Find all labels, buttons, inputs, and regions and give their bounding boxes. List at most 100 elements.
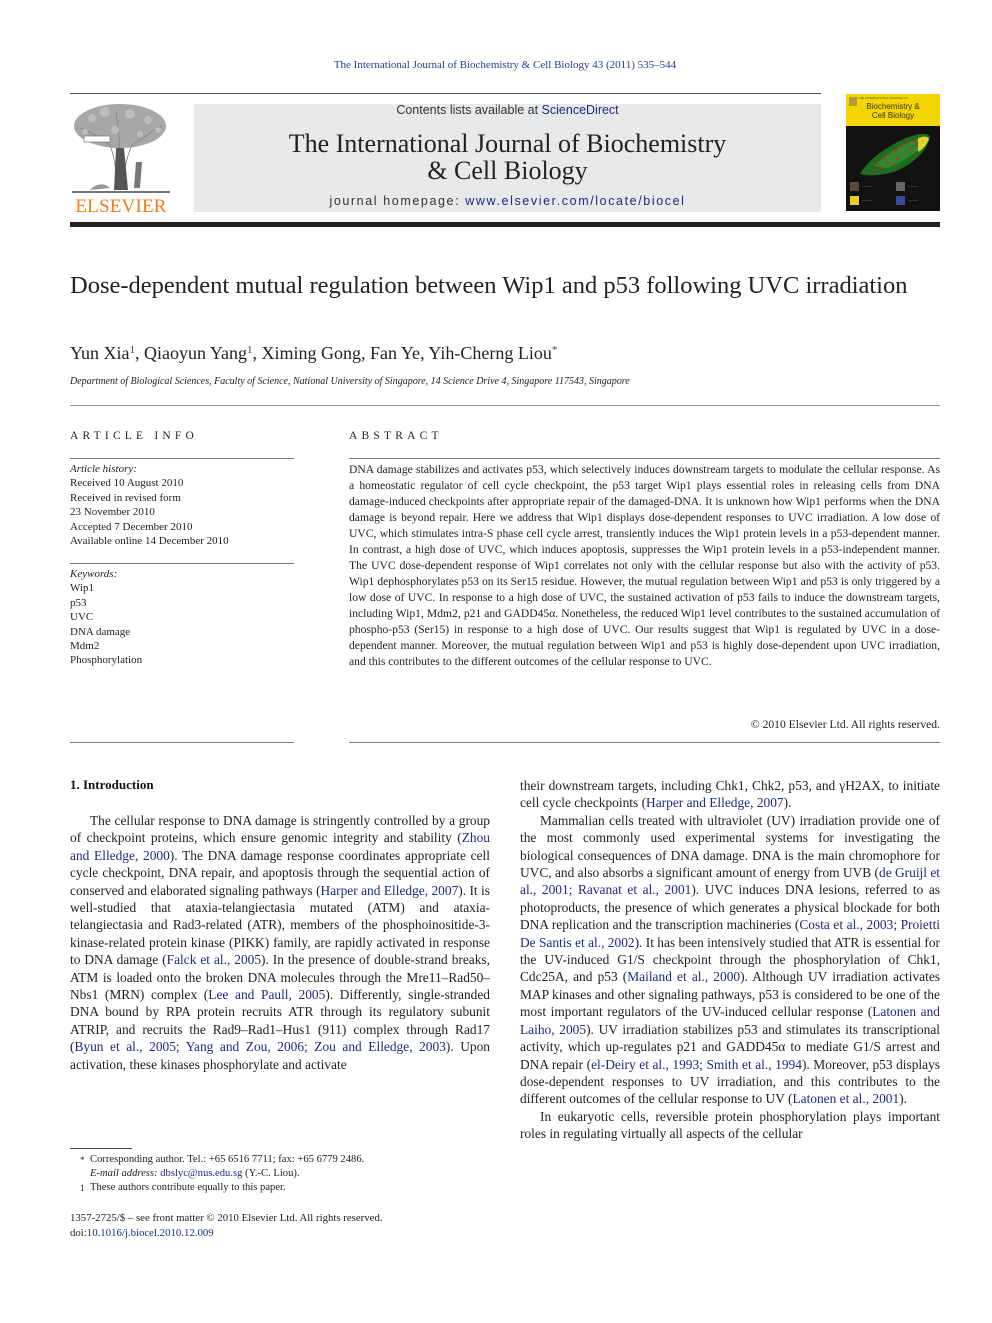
cover-caption-2: ———— (908, 185, 918, 188)
journal-cover-thumbnail[interactable]: THE INTERNATIONAL JOURNAL OF Biochemistr… (846, 94, 940, 211)
keyword: Phosphorylation (70, 654, 143, 667)
introduction-heading: 1. Introduction (70, 777, 154, 792)
author-name[interactable]: Qiaoyun Yang (144, 343, 247, 363)
doi-link[interactable]: 10.1016/j.biocel.2010.12.009 (87, 1227, 214, 1239)
cover-microscopy-image (860, 133, 930, 176)
history-item: 23 November 2010 (70, 506, 155, 519)
citation-link[interactable]: Falck et al., 2005 (167, 952, 261, 967)
email-footnote: E-mail address: dbslyc@nus.edu.sg (Y.-C.… (70, 1167, 490, 1181)
keyword: Wip1 (70, 582, 94, 595)
front-matter-meta: 1357-2725/$ – see front matter © 2010 El… (70, 1211, 490, 1240)
intro-paragraph-1-continued: their downstream targets, including Chk1… (520, 777, 940, 812)
sciencedirect-link[interactable]: ScienceDirect (542, 103, 619, 117)
cover-caption-1: ———— (862, 185, 872, 188)
email-label: E-mail address: (90, 1168, 161, 1179)
keywords: Keywords: Wip1 p53 UVC DNA damage Mdm2 P… (70, 567, 294, 668)
header-divider (70, 405, 940, 406)
cover-title: Biochemistry & Cell Biology (846, 102, 940, 120)
homepage-link[interactable]: www.elsevier.com/locate/biocel (465, 194, 685, 208)
author-name[interactable]: Ximing Gong (262, 343, 362, 363)
keyword: p53 (70, 596, 87, 609)
author-footnote-mark[interactable]: 1 (130, 344, 136, 356)
abstract-heading: ABSTRACT (349, 430, 443, 442)
abstract-bottom-rule (349, 742, 940, 743)
abstract-rule (349, 458, 940, 459)
history-item: Received 10 August 2010 (70, 477, 184, 490)
issn-line: 1357-2725/$ – see front matter © 2010 El… (70, 1212, 383, 1224)
keywords-rule (70, 563, 294, 564)
keyword: DNA damage (70, 625, 131, 638)
article-info-rule (70, 458, 294, 459)
corresponding-author-footnote: * Corresponding author. Tel.: +65 6516 7… (70, 1153, 490, 1167)
intro-paragraph-2: Mammalian cells treated with ultraviolet… (520, 812, 940, 1108)
publisher-wordmark: ELSEVIER (75, 196, 167, 217)
cover-thumb-1 (850, 182, 859, 191)
masthead-bottom-rule (70, 222, 940, 227)
tree-icon (72, 104, 170, 193)
cover-title-line-2: Cell Biology (871, 110, 915, 120)
contents-prefix: Contents lists available at (396, 103, 542, 117)
cover-thumb-4 (896, 196, 905, 205)
journal-homepage: journal homepage: www.elsevier.com/locat… (194, 194, 821, 208)
author-list: Yun Xia1, Qiaoyun Yang1, Ximing Gong, Fa… (70, 343, 558, 363)
equal-contribution-footnote: 1 These authors contribute equally to th… (70, 1181, 490, 1195)
masthead-top-rule (70, 93, 821, 94)
footnote-mark: * (80, 1155, 85, 1165)
doi-prefix: doi: (70, 1226, 87, 1239)
abstract-text: DNA damage stabilizes and activates p53,… (349, 462, 940, 670)
journal-title-line-2: & Cell Biology (427, 156, 588, 185)
citation-link[interactable]: Latonen et al., 2001 (792, 1091, 899, 1106)
history-item: Received in revised form (70, 491, 181, 504)
citation-link[interactable]: Harper and Elledge, 2007 (646, 795, 784, 810)
article-history: Article history: Received 10 August 2010… (70, 462, 294, 548)
corresponding-author-contact: Corresponding author. Tel.: +65 6516 771… (90, 1154, 365, 1165)
text-run: Mammalian cells treated with ultraviolet… (520, 812, 940, 881)
equal-contribution-text: These authors contribute equally to this… (90, 1182, 286, 1193)
article-history-label: Article history: (70, 463, 137, 475)
citation-link[interactable]: Lee and Paull, 2005 (208, 987, 325, 1002)
article-title: Dose-dependent mutual regulation between… (70, 272, 908, 299)
journal-title-line-1: The International Journal of Biochemistr… (288, 129, 727, 158)
journal-citation[interactable]: The International Journal of Biochemistr… (0, 59, 992, 71)
corresponding-author-mark[interactable]: * (552, 344, 558, 356)
journal-title: The International Journal of Biochemistr… (194, 130, 821, 184)
text-run: ). (783, 795, 792, 811)
homepage-prefix: journal homepage: (329, 194, 466, 208)
keyword: UVC (70, 611, 94, 624)
author-name[interactable]: Yih-Cherng Liou (428, 343, 552, 363)
intro-paragraph-3: In eukaryotic cells, reversible protein … (520, 1108, 940, 1142)
keywords-label: Keywords: (70, 568, 118, 580)
article-info-heading: ARTICLE INFO (70, 430, 198, 442)
footnote-rule (70, 1148, 132, 1149)
citation-link[interactable]: Harper and Elledge, 2007 (321, 883, 459, 898)
cover-thumb-3 (850, 196, 859, 205)
history-item: Accepted 7 December 2010 (70, 520, 193, 533)
cover-journal-small-text: THE INTERNATIONAL JOURNAL OF (858, 96, 909, 100)
text-run: ). (899, 1091, 907, 1107)
citation-link[interactable]: Byun et al., 2005; Yang and Zou, 2006; Z… (74, 1039, 445, 1054)
contents-availability: Contents lists available at ScienceDirec… (194, 103, 821, 117)
citation-link[interactable]: Mailand et al., 2000 (627, 969, 740, 984)
email-link[interactable]: dbslyc@nus.edu.sg (160, 1168, 242, 1179)
footnote-mark: 1 (80, 1183, 85, 1193)
affiliation: Department of Biological Sciences, Facul… (70, 376, 630, 387)
footnotes: * Corresponding author. Tel.: +65 6516 7… (70, 1153, 490, 1195)
body-column-right: their downstream targets, including Chk1… (520, 777, 940, 1143)
abstract-copyright: © 2010 Elsevier Ltd. All rights reserved… (750, 718, 940, 731)
intro-paragraph-1: The cellular response to DNA damage is s… (70, 813, 491, 1072)
article-info-bottom-rule (70, 742, 294, 743)
text-run: The cellular response to DNA damage is s… (70, 813, 490, 846)
citation-link[interactable]: el-Deiry et al., 1993; Smith et al., 199… (591, 1057, 802, 1072)
author-name[interactable]: Fan Ye (370, 343, 420, 363)
history-item: Available online 14 December 2010 (70, 535, 229, 548)
doi-line: doi:10.1016/j.biocel.2010.12.009 (70, 1226, 490, 1241)
abstract-paragraph: DNA damage stabilizes and activates p53,… (349, 463, 940, 668)
cover-thumb-2 (896, 182, 905, 191)
email-suffix: (Y.-C. Liou). (242, 1168, 300, 1179)
cover-caption-4: ———— (908, 199, 918, 202)
author-name[interactable]: Yun Xia (70, 343, 130, 363)
cover-caption-3: ———— (862, 199, 872, 202)
body-column-left: The cellular response to DNA damage is s… (70, 812, 490, 1073)
keyword: Mdm2 (70, 640, 100, 653)
author-footnote-mark[interactable]: 1 (247, 344, 253, 356)
